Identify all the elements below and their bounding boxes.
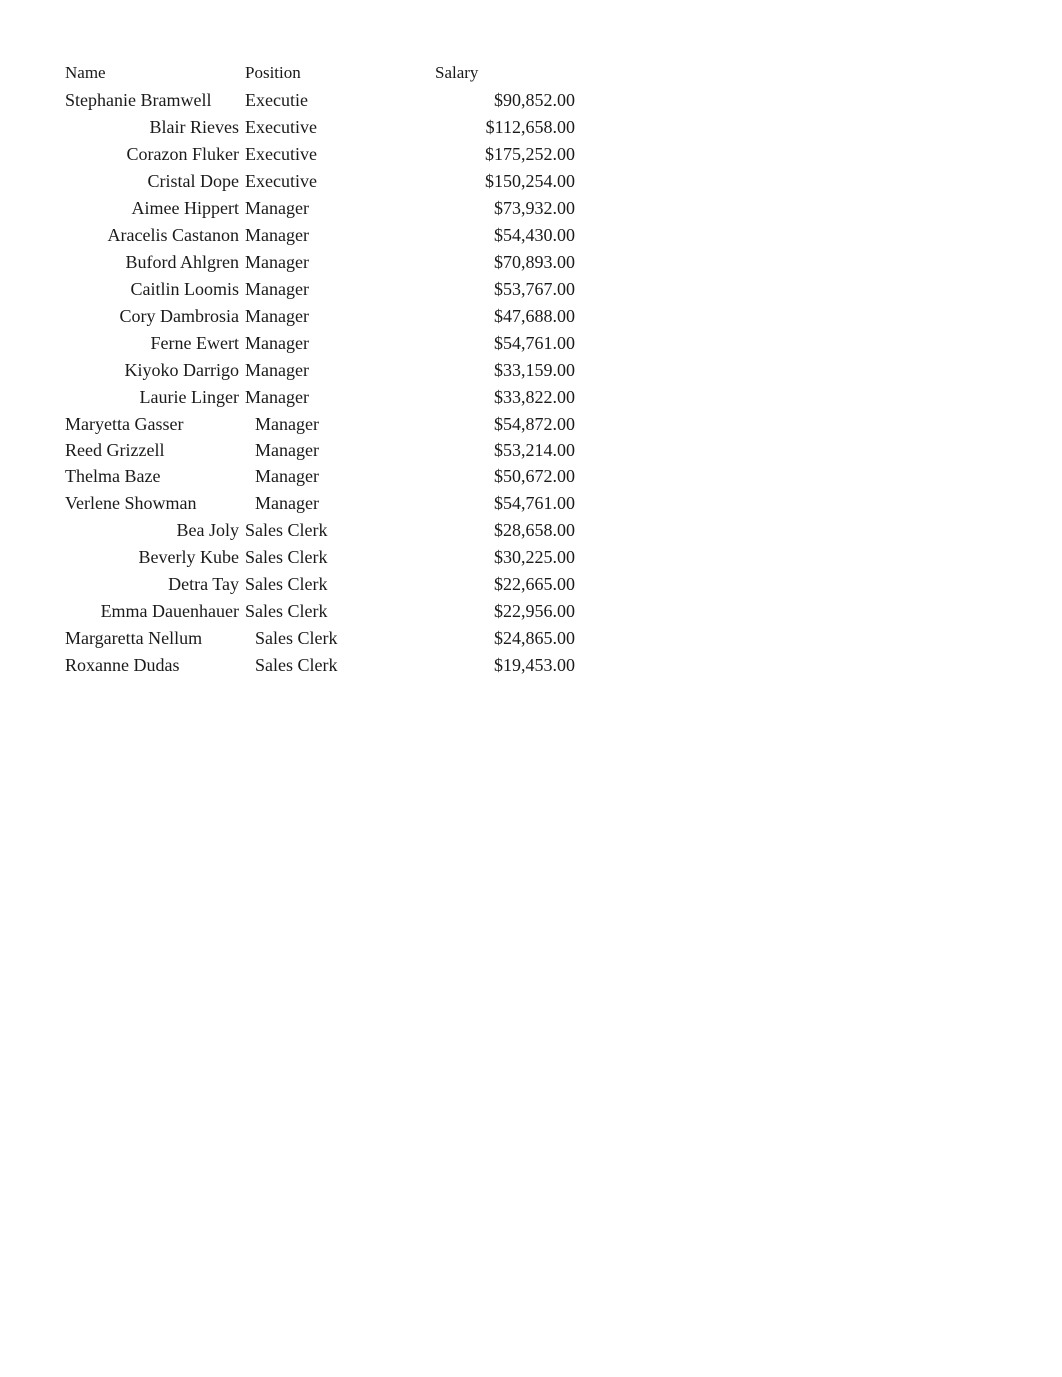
table-row: Emma DauenhauerSales Clerk$22,956.00 <box>65 598 575 625</box>
cell-salary: $54,872.00 <box>405 411 575 438</box>
table-row: Caitlin LoomisManager$53,767.00 <box>65 276 575 303</box>
cell-salary: $28,658.00 <box>405 517 575 544</box>
cell-name: Thelma Baze <box>65 463 245 490</box>
cell-name: Aimee Hippert <box>65 195 245 222</box>
table-row: Cory DambrosiaManager$47,688.00 <box>65 303 575 330</box>
table-row: Aimee HippertManager$73,932.00 <box>65 195 575 222</box>
cell-salary: $73,932.00 <box>405 195 575 222</box>
cell-salary: $47,688.00 <box>405 303 575 330</box>
cell-position: Sales Clerk <box>245 571 405 598</box>
cell-name: Verlene Showman <box>65 490 245 517</box>
cell-name: Kiyoko Darrigo <box>65 357 245 384</box>
table-row: Buford AhlgrenManager$70,893.00 <box>65 249 575 276</box>
cell-salary: $150,254.00 <box>405 168 575 195</box>
table-row: Ferne EwertManager$54,761.00 <box>65 330 575 357</box>
table-header-row: Name Position Salary <box>65 60 575 87</box>
header-position: Position <box>245 60 405 87</box>
cell-position: Executive <box>245 114 405 141</box>
table-row: Roxanne DudasSales Clerk$19,453.00 <box>65 652 575 679</box>
cell-position: Manager <box>245 438 405 463</box>
cell-name: Reed Grizzell <box>65 438 245 463</box>
cell-name: Cristal Dope <box>65 168 245 195</box>
table-row: Laurie LingerManager$33,822.00 <box>65 384 575 411</box>
cell-position: Manager <box>245 357 405 384</box>
header-name: Name <box>65 60 245 87</box>
cell-name: Ferne Ewert <box>65 330 245 357</box>
cell-salary: $33,159.00 <box>405 357 575 384</box>
cell-salary: $24,865.00 <box>405 625 575 652</box>
cell-salary: $70,893.00 <box>405 249 575 276</box>
cell-salary: $54,430.00 <box>405 222 575 249</box>
cell-name: Detra Tay <box>65 571 245 598</box>
cell-position: Executive <box>245 141 405 168</box>
cell-position: Manager <box>245 195 405 222</box>
header-salary: Salary <box>405 60 575 87</box>
cell-position: Sales Clerk <box>245 598 405 625</box>
cell-name: Laurie Linger <box>65 384 245 411</box>
table-row: Maryetta GasserManager$54,872.00 <box>65 411 575 438</box>
cell-position: Manager <box>245 411 405 438</box>
cell-position: Manager <box>245 330 405 357</box>
cell-position: Manager <box>245 276 405 303</box>
table-row: Blair RievesExecutive$112,658.00 <box>65 114 575 141</box>
salary-table: Name Position Salary Stephanie BramwellE… <box>65 60 575 679</box>
table-row: Reed GrizzellManager$53,214.00 <box>65 438 575 463</box>
cell-salary: $54,761.00 <box>405 330 575 357</box>
cell-salary: $90,852.00 <box>405 87 575 114</box>
cell-salary: $54,761.00 <box>405 490 575 517</box>
table-row: Verlene ShowmanManager$54,761.00 <box>65 490 575 517</box>
table-row: Beverly KubeSales Clerk$30,225.00 <box>65 544 575 571</box>
cell-position: Sales Clerk <box>245 517 405 544</box>
cell-position: Sales Clerk <box>245 544 405 571</box>
cell-name: Buford Ahlgren <box>65 249 245 276</box>
table-row: Kiyoko DarrigoManager$33,159.00 <box>65 357 575 384</box>
cell-name: Roxanne Dudas <box>65 652 245 679</box>
cell-salary: $30,225.00 <box>405 544 575 571</box>
cell-name: Margaretta Nellum <box>65 625 245 652</box>
cell-position: Executive <box>245 168 405 195</box>
cell-name: Caitlin Loomis <box>65 276 245 303</box>
table-row: Thelma BazeManager$50,672.00 <box>65 463 575 490</box>
table-row: Detra TaySales Clerk$22,665.00 <box>65 571 575 598</box>
cell-salary: $175,252.00 <box>405 141 575 168</box>
table-row: Cristal DopeExecutive$150,254.00 <box>65 168 575 195</box>
table-row: Aracelis CastanonManager$54,430.00 <box>65 222 575 249</box>
cell-position: Manager <box>245 303 405 330</box>
cell-salary: $33,822.00 <box>405 384 575 411</box>
cell-salary: $112,658.00 <box>405 114 575 141</box>
table-row: Bea JolySales Clerk$28,658.00 <box>65 517 575 544</box>
cell-position: Executie <box>245 87 405 114</box>
cell-name: Blair Rieves <box>65 114 245 141</box>
cell-salary: $22,665.00 <box>405 571 575 598</box>
cell-name: Beverly Kube <box>65 544 245 571</box>
cell-salary: $19,453.00 <box>405 652 575 679</box>
cell-salary: $53,214.00 <box>405 438 575 463</box>
cell-position: Sales Clerk <box>245 625 405 652</box>
cell-position: Manager <box>245 490 405 517</box>
cell-name: Emma Dauenhauer <box>65 598 245 625</box>
cell-name: Cory Dambrosia <box>65 303 245 330</box>
cell-position: Sales Clerk <box>245 652 405 679</box>
cell-salary: $22,956.00 <box>405 598 575 625</box>
table-row: Stephanie BramwellExecutie$90,852.00 <box>65 87 575 114</box>
cell-salary: $50,672.00 <box>405 463 575 490</box>
table-row: Corazon FlukerExecutive$175,252.00 <box>65 141 575 168</box>
cell-name: Corazon Fluker <box>65 141 245 168</box>
cell-position: Manager <box>245 463 405 490</box>
cell-position: Manager <box>245 249 405 276</box>
cell-name: Stephanie Bramwell <box>65 87 245 114</box>
table-row: Margaretta NellumSales Clerk$24,865.00 <box>65 625 575 652</box>
cell-name: Maryetta Gasser <box>65 411 245 438</box>
cell-name: Bea Joly <box>65 517 245 544</box>
cell-position: Manager <box>245 384 405 411</box>
cell-salary: $53,767.00 <box>405 276 575 303</box>
cell-position: Manager <box>245 222 405 249</box>
cell-name: Aracelis Castanon <box>65 222 245 249</box>
